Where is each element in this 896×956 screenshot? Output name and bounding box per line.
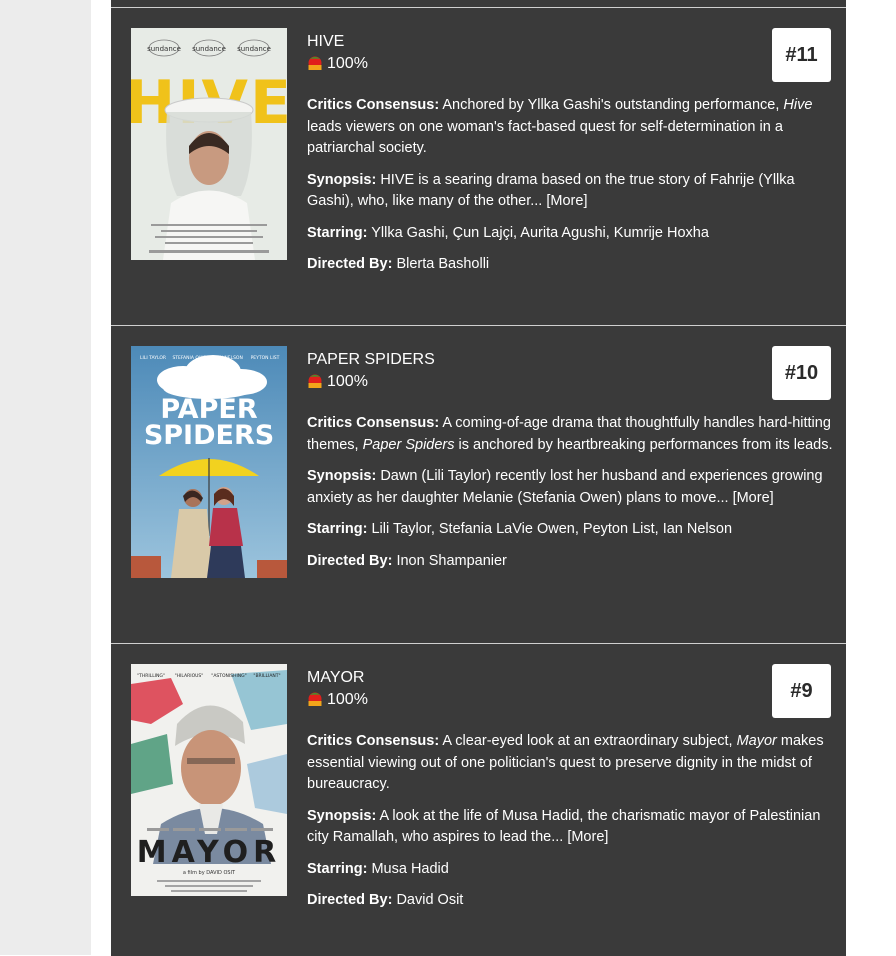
more-link[interactable]: [More] xyxy=(733,490,774,506)
synopsis: Synopsis: HIVE is a searing drama based … xyxy=(307,170,839,213)
starring: Starring: Yllka Gashi, Çun Lajçi, Aurita… xyxy=(307,223,839,245)
movie-list: sundance sundance sundance HIVE HIV xyxy=(111,0,846,956)
rank-badge: #9 xyxy=(772,664,831,718)
score-value: 100% xyxy=(327,691,368,708)
directed-by: Directed By: Inon Shampanier xyxy=(307,551,839,573)
movie-title[interactable]: MAYOR xyxy=(307,668,839,688)
poster-badge: sundance xyxy=(192,45,226,53)
starring-text: Lili Taylor, Stefania LaVie Owen, Peyton… xyxy=(371,521,733,537)
directed-label: Directed By: xyxy=(307,892,393,908)
tomatometer-score: 100% xyxy=(307,371,839,393)
directed-by: Directed By: Blerta Basholli xyxy=(307,254,839,276)
critics-consensus: Critics Consensus: A clear-eyed look at … xyxy=(307,731,839,796)
directed-text: Inon Shampanier xyxy=(396,552,507,569)
movie-poster[interactable]: "THRILLING" "HILARIOUS" "ASTONISHING" "B… xyxy=(131,664,287,896)
score-value: 100% xyxy=(327,373,368,390)
consensus-text: A clear-eyed look at an extraordinary su… xyxy=(442,733,737,749)
poster-quote: "HILARIOUS" xyxy=(175,673,204,679)
poster-credit: LILI TAYLOR xyxy=(140,355,166,361)
poster-quote: "ASTONISHING" xyxy=(211,673,246,679)
rank-badge: #11 xyxy=(772,28,831,82)
synopsis-label: Synopsis: xyxy=(307,807,377,824)
movie-poster[interactable]: LILI TAYLOR STEFANIA OWEN IAN NELSON PEY… xyxy=(131,346,287,578)
starring-label: Starring: xyxy=(307,860,368,877)
synopsis-label: Synopsis: xyxy=(307,468,377,484)
poster-title: MAYOR xyxy=(137,835,281,870)
synopsis-text: A look at the life of Musa Hadid, the ch… xyxy=(307,807,821,846)
movie-card: LILI TAYLOR STEFANIA OWEN IAN NELSON PEY… xyxy=(111,326,846,644)
synopsis: Synopsis: Dawn (Lili Taylor) recently lo… xyxy=(307,466,839,509)
starring-label: Starring: xyxy=(307,521,368,537)
movie-info: PAPER SPIDERS 100% Critics Consensus: A … xyxy=(307,350,839,572)
more-link[interactable]: [More] xyxy=(546,193,587,209)
tomatometer-score: 100% xyxy=(307,53,839,75)
movie-card: "THRILLING" "HILARIOUS" "ASTONISHING" "B… xyxy=(111,644,846,956)
starring-label: Starring: xyxy=(307,224,368,241)
starring-text: Yllka Gashi, Çun Lajçi, Aurita Agushi, K… xyxy=(371,224,709,241)
poster-credit: a film by DAVID OSIT xyxy=(183,870,236,876)
tomatometer-score: 100% xyxy=(307,689,839,711)
poster-quote: "THRILLING" xyxy=(137,673,165,679)
poster-credit: PEYTON LIST xyxy=(251,355,280,361)
consensus-label: Critics Consensus: xyxy=(307,97,440,113)
directed-text: Blerta Basholli xyxy=(396,256,490,272)
hive-poster-art: sundance sundance sundance HIVE xyxy=(131,28,287,260)
tomato-icon xyxy=(308,56,322,70)
synopsis-label: Synopsis: xyxy=(307,171,377,188)
consensus-text: Anchored by Yllka Gashi's outstanding pe… xyxy=(442,97,784,113)
poster-quote: "BRILLIANT" xyxy=(253,673,280,679)
movie-card: sundance sundance sundance HIVE HIV xyxy=(111,8,846,326)
directed-label: Directed By: xyxy=(307,552,393,569)
starring-text: Musa Hadid xyxy=(371,860,449,877)
score-value: 100% xyxy=(327,55,368,72)
consensus-text: is anchored by heartbreaking performance… xyxy=(454,436,833,453)
critics-consensus: Critics Consensus: A coming-of-age drama… xyxy=(307,413,839,456)
poster-badge: sundance xyxy=(237,45,271,53)
tomato-icon xyxy=(308,692,322,706)
mayor-poster-art: "THRILLING" "HILARIOUS" "ASTONISHING" "B… xyxy=(131,664,287,896)
directed-text: David Osit xyxy=(396,892,464,908)
poster-title: SPIDERS xyxy=(144,420,274,451)
consensus-title: Paper Spiders xyxy=(362,436,455,453)
consensus-label: Critics Consensus: xyxy=(307,415,440,431)
consensus-text: leads viewers on one woman's fact-based … xyxy=(307,118,783,157)
paper-spiders-poster-art: LILI TAYLOR STEFANIA OWEN IAN NELSON PEY… xyxy=(131,346,287,578)
consensus-label: Critics Consensus: xyxy=(307,733,440,749)
directed-by: Directed By: David Osit xyxy=(307,890,839,912)
poster-badge: sundance xyxy=(147,45,181,53)
consensus-title: Mayor xyxy=(736,733,777,749)
rank-badge: #10 xyxy=(772,346,831,400)
directed-label: Directed By: xyxy=(307,256,393,272)
movie-info: MAYOR 100% Critics Consensus: A clear-ey… xyxy=(307,668,839,912)
more-link[interactable]: [More] xyxy=(567,829,608,845)
movie-poster[interactable]: sundance sundance sundance HIVE xyxy=(131,28,287,260)
movie-title[interactable]: PAPER SPIDERS xyxy=(307,350,839,370)
starring: Starring: Lili Taylor, Stefania LaVie Ow… xyxy=(307,519,839,541)
critics-consensus: Critics Consensus: Anchored by Yllka Gas… xyxy=(307,95,839,160)
left-gutter xyxy=(0,0,91,955)
divider xyxy=(111,0,846,8)
movie-title[interactable]: HIVE xyxy=(307,32,839,52)
consensus-title: Hive xyxy=(783,97,813,113)
movie-info: HIVE 100% Critics Consensus: Anchored by… xyxy=(307,32,839,276)
tomato-icon xyxy=(308,374,322,388)
synopsis: Synopsis: A look at the life of Musa Had… xyxy=(307,806,839,849)
starring: Starring: Musa Hadid xyxy=(307,859,839,881)
